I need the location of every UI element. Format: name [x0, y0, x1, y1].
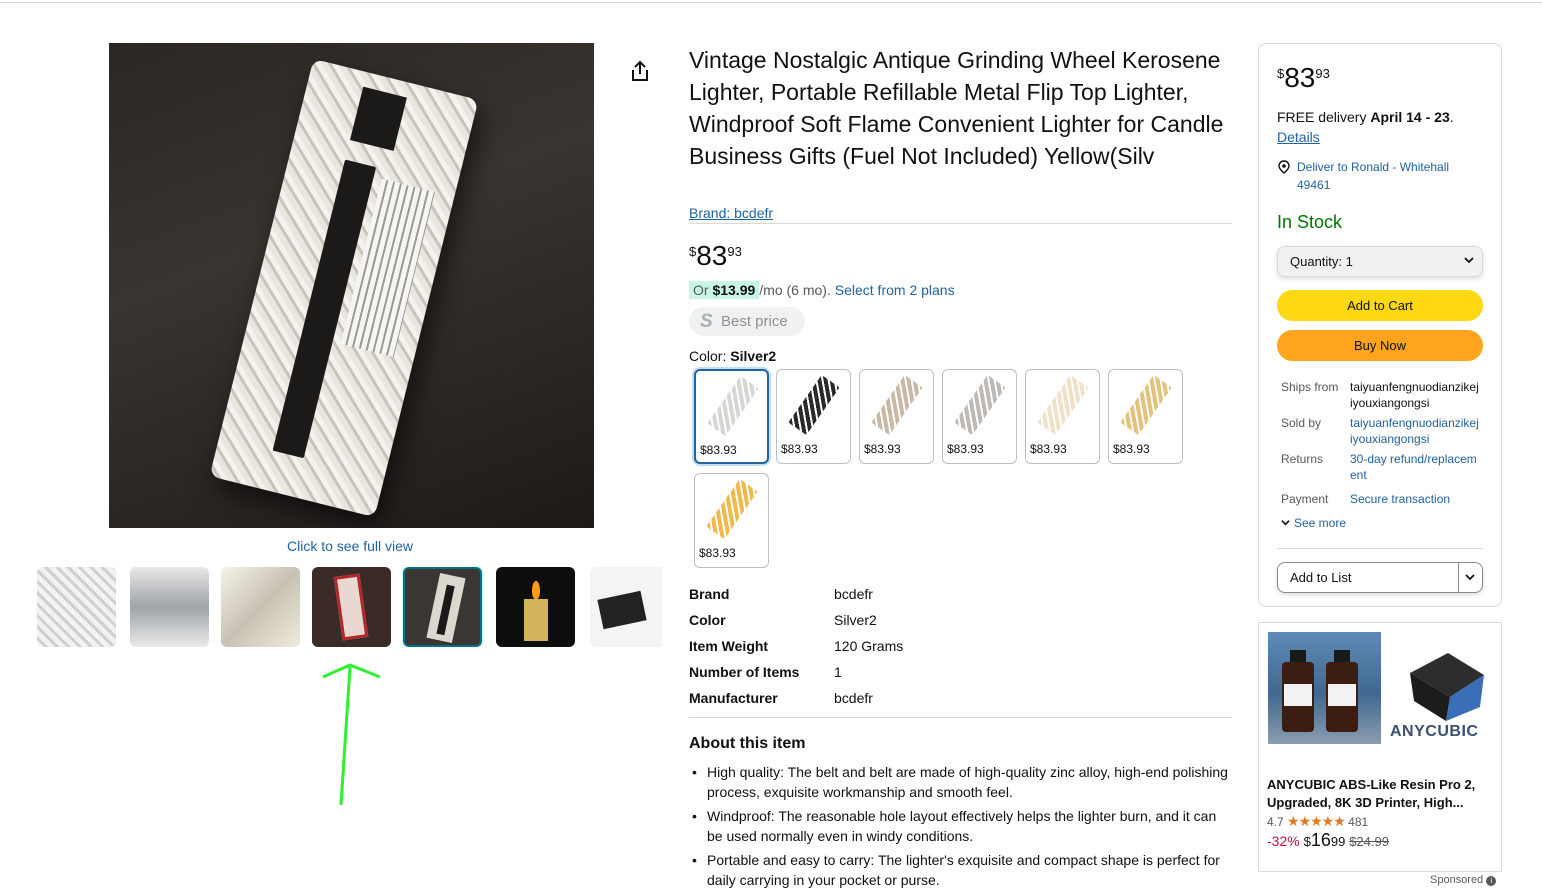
sponsored-label[interactable]: Sponsored i	[1430, 874, 1497, 886]
best-price-badge: S Best price	[689, 307, 805, 336]
annotation-arrow	[322, 663, 381, 806]
thumbnail-1[interactable]	[37, 567, 116, 647]
bullet-item: Windproof: The reasonable hole layout ef…	[692, 806, 1233, 846]
color-swatch-2[interactable]: $83.93	[776, 369, 851, 464]
thumbnail-5-selected[interactable]	[403, 567, 482, 647]
spec-value: bcdefr	[834, 586, 873, 602]
divider	[689, 223, 1232, 224]
see-more-link[interactable]: See more	[1281, 516, 1346, 530]
thumbnail-7[interactable]	[590, 567, 662, 647]
stock-status: In Stock	[1277, 212, 1343, 232]
swatch-price: $83.93	[781, 442, 818, 456]
anycubic-logo-cube	[1410, 653, 1484, 721]
ad-rating: 4.7 ★★★★★ 481	[1267, 813, 1369, 829]
add-to-cart-button[interactable]: Add to Cart	[1277, 290, 1483, 321]
thumbnail-4[interactable]	[312, 567, 391, 647]
swatch-image	[707, 375, 759, 437]
chevron-down-icon[interactable]	[1465, 572, 1475, 582]
swatch-price: $83.93	[1030, 442, 1067, 456]
spec-key: Brand	[689, 586, 730, 602]
bullet-item: Portable and easy to carry: The lighter'…	[692, 850, 1233, 890]
swatch-price: $83.93	[864, 442, 901, 456]
swatch-price: $83.93	[1113, 442, 1150, 456]
color-swatch-3[interactable]: $83.93	[859, 369, 934, 464]
swatch-image	[1120, 374, 1172, 436]
info-key: Payment	[1281, 492, 1329, 506]
spec-key: Color	[689, 612, 726, 628]
spec-value: Silver2	[834, 612, 877, 628]
buy-box: $8393 FREE delivery April 14 - 23. Detai…	[1258, 43, 1502, 607]
chevron-down-icon	[1281, 520, 1290, 526]
color-swatch-4[interactable]: $83.93	[942, 369, 1017, 464]
thumbnail-3[interactable]	[221, 567, 300, 647]
thumbnail-6[interactable]	[496, 567, 575, 647]
color-swatch-5[interactable]: $83.93	[1025, 369, 1100, 464]
top-divider	[0, 2, 1542, 3]
buybox-price: $8393	[1277, 62, 1330, 93]
ad-product-image[interactable]	[1268, 632, 1381, 744]
info-value[interactable]: 30-day refund/replacement	[1350, 451, 1480, 483]
spec-value: bcdefr	[834, 690, 873, 706]
info-key: Returns	[1281, 452, 1324, 466]
buy-now-button[interactable]: Buy Now	[1277, 330, 1483, 361]
thumbnail-strip	[37, 567, 662, 647]
swatch-image	[954, 374, 1006, 436]
swatch-image	[1037, 374, 1089, 436]
quantity-select[interactable]: Quantity: 1	[1277, 246, 1483, 277]
about-heading: About this item	[689, 735, 806, 752]
main-product-image[interactable]	[109, 43, 594, 528]
payment-plan: Or $13.99/mo (6 mo). Select from 2 plans	[689, 281, 955, 299]
product-price: $8393	[689, 240, 742, 271]
spec-row: Number of Items 1	[689, 664, 989, 684]
swatch-price: $83.93	[700, 443, 737, 457]
share-icon[interactable]	[630, 60, 650, 82]
lighter-illustration	[209, 58, 479, 518]
spec-key: Manufacturer	[689, 690, 778, 706]
divider	[1277, 548, 1483, 549]
bullet-item: High quality: The belt and belt are made…	[692, 762, 1233, 802]
swatch-image	[871, 374, 923, 436]
best-price-icon: S	[700, 311, 713, 332]
add-to-list-button[interactable]: Add to List	[1277, 562, 1483, 593]
color-label: Color: Silver2	[689, 348, 777, 364]
spec-key: Item Weight	[689, 638, 769, 654]
details-link[interactable]: Details	[1277, 129, 1320, 145]
ad-price: -32% $1699 $24.99	[1267, 830, 1389, 850]
brand-link[interactable]: Brand: bcdefr	[689, 205, 773, 221]
color-swatch-7[interactable]: $83.93	[694, 473, 769, 568]
info-value[interactable]: Secure transaction	[1350, 491, 1480, 507]
full-view-link[interactable]: Click to see full view	[287, 538, 413, 554]
color-swatch-1[interactable]: $83.93	[694, 369, 769, 464]
spec-row: Item Weight 120 Grams	[689, 638, 989, 658]
delivery-info: FREE delivery April 14 - 23. Details	[1277, 109, 1454, 145]
about-bullets: High quality: The belt and belt are made…	[692, 762, 1233, 894]
thumbnail-2[interactable]	[130, 567, 209, 647]
divider	[689, 717, 1232, 718]
spec-row: Color Silver2	[689, 612, 989, 632]
product-title: Vintage Nostalgic Antique Grinding Wheel…	[689, 47, 1224, 169]
star-icon: ★★★★★	[1287, 813, 1346, 829]
spec-key: Number of Items	[689, 664, 800, 680]
location-pin-icon	[1278, 160, 1290, 174]
swatch-image	[788, 374, 840, 436]
info-key: Sold by	[1281, 416, 1322, 430]
swatch-image	[706, 478, 758, 540]
spec-value: 1	[834, 664, 842, 680]
color-swatch-6[interactable]: $83.93	[1108, 369, 1183, 464]
swatch-price: $83.93	[947, 442, 984, 456]
swatch-price: $83.93	[699, 546, 736, 560]
spec-row: Brand bcdefr	[689, 586, 989, 606]
info-value: taiyuanfengnuodianzikejiyouxiangongsi	[1350, 380, 1479, 410]
spec-row: Manufacturer bcdefr	[689, 690, 989, 710]
info-value[interactable]: taiyuanfengnuodianzikejiyouxiangongsi	[1350, 415, 1480, 447]
info-key: Ships from	[1281, 380, 1339, 394]
select-plans-link[interactable]: Select from 2 plans	[835, 282, 955, 298]
ad-brand-logo: ANYCUBIC	[1390, 723, 1479, 740]
chevron-down-icon	[1464, 257, 1474, 264]
ad-title[interactable]: ANYCUBIC ABS-Like Resin Pro 2, Upgraded,…	[1267, 776, 1493, 812]
spec-value: 120 Grams	[834, 638, 904, 654]
